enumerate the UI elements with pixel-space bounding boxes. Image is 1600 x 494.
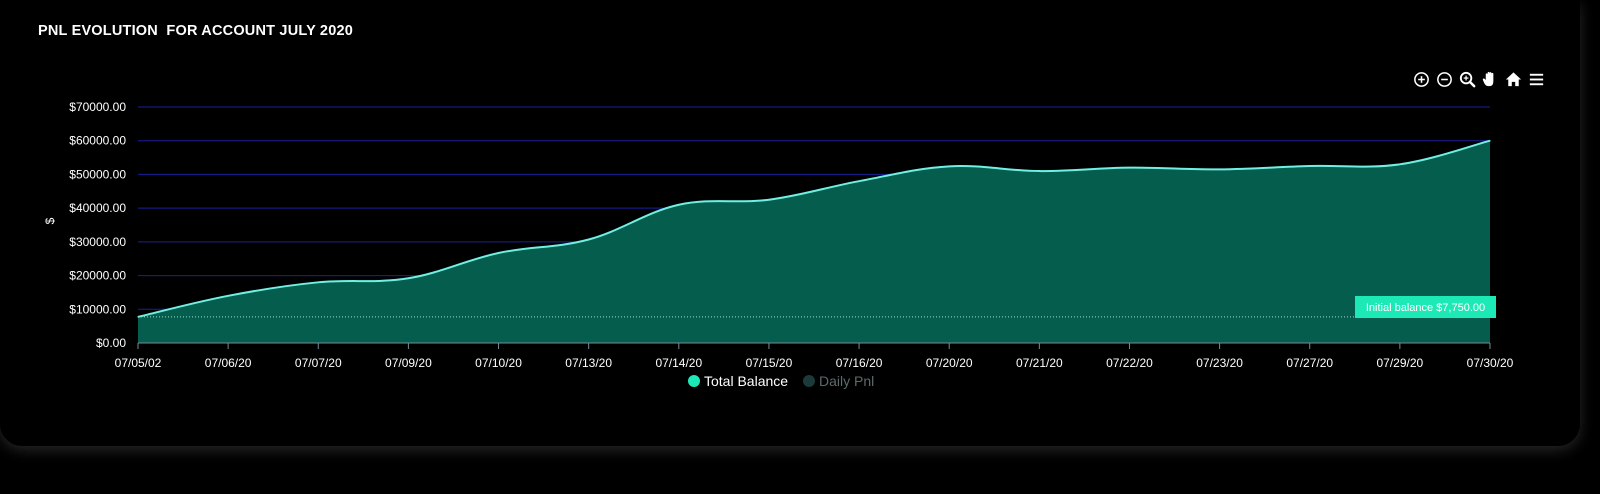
x-tick-label: 07/21/20	[1016, 356, 1063, 370]
x-tick-label: 07/07/20	[295, 356, 342, 370]
data-point[interactable]	[227, 295, 229, 297]
data-point[interactable]	[1128, 167, 1131, 169]
x-tick-label: 07/05/02	[115, 356, 162, 370]
y-tick-label: $70000.00	[69, 100, 126, 114]
chart-card: PNL EVOLUTION FOR ACCOUNT JULY 2020 Init…	[0, 0, 1580, 446]
x-tick-label: 07/09/20	[385, 356, 432, 370]
x-tick-label: 07/30/20	[1467, 356, 1514, 370]
data-point[interactable]	[407, 277, 409, 279]
data-point[interactable]	[497, 252, 500, 254]
data-point[interactable]	[768, 199, 770, 201]
y-axis-label: $	[43, 217, 57, 224]
x-tick-label: 07/13/20	[565, 356, 612, 370]
data-point[interactable]	[1038, 170, 1040, 172]
x-tick-label: 07/14/20	[655, 356, 702, 370]
data-point[interactable]	[1309, 165, 1311, 167]
legend-marker	[688, 375, 700, 387]
x-tick-label: 07/15/20	[746, 356, 793, 370]
y-tick-label: $30000.00	[69, 235, 126, 249]
legend-item-daily-pnl[interactable]: Daily Pnl	[803, 373, 874, 389]
x-tick-label: 07/16/20	[836, 356, 883, 370]
y-tick-label: $50000.00	[69, 167, 126, 181]
legend-label: Daily Pnl	[819, 373, 874, 389]
legend-label: Total Balance	[704, 373, 788, 389]
x-tick-label: 07/23/20	[1196, 356, 1243, 370]
y-tick-label: $10000.00	[69, 302, 126, 316]
data-point[interactable]	[948, 165, 950, 167]
y-tick-label: $0.00	[96, 336, 126, 350]
x-tick-label: 07/06/20	[205, 356, 252, 370]
x-tick-label: 07/29/20	[1377, 356, 1424, 370]
y-tick-label: $60000.00	[69, 134, 126, 148]
x-tick-label: 07/22/20	[1106, 356, 1153, 370]
legend-item-total-balance[interactable]: Total Balance	[688, 373, 788, 389]
pnl-area-chart: Initial balance $7,750.00 $0.00 $10000.00…	[43, 100, 1514, 389]
x-tick-label: 07/20/20	[926, 356, 973, 370]
x-tick-label: 07/10/20	[475, 356, 522, 370]
data-point[interactable]	[858, 180, 860, 182]
y-tick-label: $40000.00	[69, 201, 126, 215]
legend-marker	[803, 375, 815, 387]
data-point[interactable]	[588, 238, 590, 241]
chart-legend: Total Balance Daily Pnl	[688, 373, 874, 389]
data-point[interactable]	[678, 204, 680, 206]
y-tick-label: $20000.00	[69, 269, 126, 283]
x-tick-label: 07/27/20	[1286, 356, 1333, 370]
initial-balance-label: Initial balance $7,750.00	[1366, 302, 1485, 314]
x-axis: 07/05/02 07/06/20 07/07/20 07/09/20 07/10/20…	[115, 342, 1514, 370]
y-axis: $0.00 $10000.00 $20000.00 $30000.00 $40000.0…	[69, 100, 126, 350]
data-point[interactable]	[1219, 168, 1221, 170]
data-point[interactable]	[1489, 140, 1491, 142]
data-point[interactable]	[317, 281, 319, 283]
data-point[interactable]	[1399, 163, 1401, 165]
